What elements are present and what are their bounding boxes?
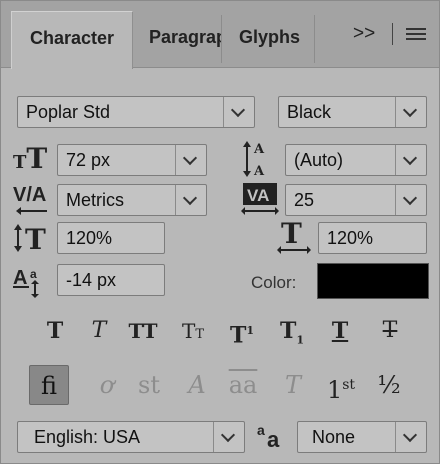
horizontal-scale-icon: T [277,219,311,254]
font-family-value: Poplar Std [26,102,111,122]
language-value: English: USA [34,427,141,447]
tab-separator [221,15,222,63]
fractions-button[interactable]: ½ [369,365,409,405]
baseline-shift-icon: A a [13,267,39,298]
font-size-icon: TT [13,142,48,175]
kerning-select[interactable]: Metrics [57,184,207,216]
small-caps-button[interactable]: TT [174,313,212,349]
expand-panels-icon[interactable]: >> [353,23,375,45]
divider [392,23,393,45]
svg-text:A: A [253,142,265,157]
color-swatch[interactable] [317,263,429,299]
tab-bar: Character Paragraph Glyphs >> [1,1,439,69]
vertical-scale-icon: T [14,223,46,253]
chevron-down-icon[interactable] [395,422,426,452]
tracking-select[interactable]: 25 [285,184,427,216]
contextual-alternates-button[interactable]: ơ [87,365,127,405]
svg-text:V/A: V/A [13,184,46,206]
font-family-select[interactable]: Poplar Std [17,96,255,128]
discretionary-ligatures-button[interactable]: st [129,365,169,405]
chevron-down-icon[interactable] [213,422,244,452]
tab-separator [314,15,315,63]
stylistic-alternates-button[interactable]: aa [223,365,263,405]
svg-text:T: T [25,223,46,253]
font-style-value: Black [287,102,332,122]
character-panel: Character Paragraph Glyphs >> Poplar Std… [0,0,440,464]
faux-bold-button[interactable]: T [36,313,74,349]
underline-button[interactable]: T [321,313,359,349]
tracking-value: 25 [294,190,315,210]
tab-character[interactable]: Character [11,11,133,69]
tab-glyphs[interactable]: Glyphs [229,11,314,66]
standard-ligatures-button[interactable]: fi [29,365,69,405]
svg-text:A: A [13,267,27,289]
svg-text:a: a [267,427,280,451]
swash-button[interactable]: A [177,365,217,405]
svg-text:a: a [30,267,37,281]
baseline-shift-field[interactable]: -14 px [57,264,165,296]
font-size-value: 72 px [66,150,111,170]
anti-alias-value: None [312,427,356,447]
svg-text:a: a [257,422,265,438]
chevron-down-icon[interactable] [175,145,206,175]
vertical-scale-field[interactable]: 120% [57,222,165,254]
subscript-button[interactable]: T1 [273,313,311,349]
anti-alias-icon: a a [257,422,280,451]
anti-alias-select[interactable]: None [297,421,427,453]
font-size-select[interactable]: 72 px [57,144,207,176]
tracking-icon: VA [241,183,279,215]
strikethrough-button[interactable]: T [371,313,409,349]
leading-value: (Auto) [294,150,344,170]
ordinals-button[interactable]: 1st [321,365,361,405]
chevron-down-icon[interactable] [395,185,426,215]
all-caps-button[interactable]: TT [124,313,162,349]
horizontal-scale-field[interactable]: 120% [318,222,427,254]
titling-alternates-button[interactable]: T [273,365,313,405]
svg-text:VA: VA [247,186,269,205]
svg-text:A: A [253,164,265,179]
leading-select[interactable]: (Auto) [285,144,427,176]
chevron-down-icon[interactable] [223,97,254,127]
tab-paragraph[interactable]: Paragraph [139,11,221,66]
font-style-select[interactable]: Black [278,96,427,128]
leading-icon: A A [243,141,265,179]
faux-italic-button[interactable]: T [80,313,118,349]
kerning-icon: V/A [13,184,47,215]
language-select[interactable]: English: USA [17,421,245,453]
panel-menu-icon[interactable] [406,28,426,42]
chevron-down-icon[interactable] [395,145,426,175]
chevron-down-icon[interactable] [175,185,206,215]
svg-text:T: T [281,219,302,250]
superscript-button[interactable]: T1 [223,313,261,349]
kerning-value: Metrics [66,190,124,210]
color-label: Color: [251,273,297,292]
chevron-down-icon[interactable] [395,97,426,127]
